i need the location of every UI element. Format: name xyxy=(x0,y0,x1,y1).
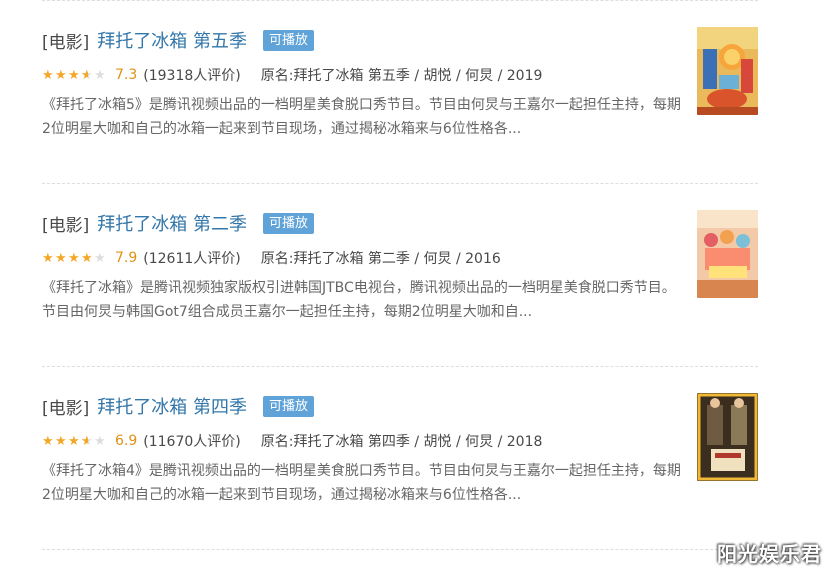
result-title-row: [电影] 拜托了冰箱 第五季 可播放 xyxy=(42,26,315,54)
star-icon: ★ xyxy=(81,69,94,82)
rating-count: (19318人评价) xyxy=(143,68,241,84)
watermark-text: 阳光娱乐君 xyxy=(717,542,822,566)
rating-score: 6.9 xyxy=(115,433,138,449)
star-icon: ★ xyxy=(42,433,54,449)
result-title-link[interactable]: 拜托了冰箱 第二季 xyxy=(97,210,247,236)
rating-row: ★★★★★ 7.3 (19318人评价) 原名:拜托了冰箱 第五季 / 胡悦 /… xyxy=(42,65,542,85)
star-icon: ★ xyxy=(94,433,106,449)
star-icon: ★ xyxy=(42,67,54,83)
star-icon: ★ xyxy=(55,433,67,449)
star-icon: ★ xyxy=(68,250,80,266)
poster-art xyxy=(697,210,758,298)
star-icon: ★ xyxy=(68,67,80,83)
poster-image[interactable] xyxy=(697,27,758,115)
star-icon: ★ xyxy=(68,433,80,449)
result-description: 《拜托了冰箱4》是腾讯视频出品的一档明星美食脱口秀节目。节目由何炅与王嘉尔一起担… xyxy=(42,463,681,503)
original-title: 原名:拜托了冰箱 第二季 / 何炅 / 2016 xyxy=(260,251,501,267)
result-category: [电影] xyxy=(42,32,90,53)
star-icon: ★ xyxy=(94,250,106,266)
divider xyxy=(42,549,758,550)
poster-image[interactable] xyxy=(697,393,758,481)
star-rating: ★ ★ ★ ★ ★ xyxy=(42,435,107,448)
star-rating: ★ ★ ★ ★ ★ xyxy=(42,69,107,82)
rating-count: (11670人评价) xyxy=(143,434,241,450)
result-category: [电影] xyxy=(42,398,90,419)
poster-art xyxy=(697,27,758,115)
playable-badge[interactable]: 可播放 xyxy=(263,29,315,51)
result-title-link[interactable]: 拜托了冰箱 第四季 xyxy=(97,393,247,419)
poster-image[interactable] xyxy=(697,210,758,298)
star-icon: ★ xyxy=(55,250,67,266)
result-title-row: [电影] 拜托了冰箱 第二季 可播放 xyxy=(42,209,315,237)
star-icon: ★ xyxy=(94,67,106,83)
result-description: 《拜托了冰箱5》是腾讯视频出品的一档明星美食脱口秀节目。节目由何炅与王嘉尔一起担… xyxy=(42,97,681,137)
result-item: [电影] 拜托了冰箱 第五季 可播放 ★★★★★ 7.3 (19318人评价) … xyxy=(42,1,758,183)
result-category: [电影] xyxy=(42,215,90,236)
star-icon: ★ xyxy=(81,435,94,448)
playable-badge[interactable]: 可播放 xyxy=(263,212,315,234)
result-item: [电影] 拜托了冰箱 第二季 可播放 ★ ★ ★ ★ ★ 7.9 (12611人评价) … xyxy=(42,184,758,366)
original-title: 原名:拜托了冰箱 第五季 / 胡悦 / 何炅 / 2019 xyxy=(260,68,543,84)
result-description: 《拜托了冰箱》是腾讯视频独家版权引进韩国JTBC电视台，腾讯视频出品的一档明星美… xyxy=(42,280,676,320)
star-icon: ★ xyxy=(42,250,54,266)
poster-art xyxy=(697,393,758,481)
star-icon: ★ xyxy=(55,67,67,83)
rating-row: ★★★★★ 6.9 (11670人评价) 原名:拜托了冰箱 第四季 / 胡悦 /… xyxy=(42,431,542,451)
result-title-row: [电影] 拜托了冰箱 第四季 可播放 xyxy=(42,392,315,420)
star-icon: ★ xyxy=(81,250,93,266)
result-title-link[interactable]: 拜托了冰箱 第五季 xyxy=(97,27,247,53)
rating-row: ★ ★ ★ ★ ★ 7.9 (12611人评价) 原名:拜托了冰箱 第二季 / 何炅 /… xyxy=(42,248,501,268)
result-item: [电影] 拜托了冰箱 第四季 可播放 ★★★★★ 6.9 (11670人评价) … xyxy=(42,367,758,549)
rating-count: (12611人评价) xyxy=(143,251,241,267)
playable-badge[interactable]: 可播放 xyxy=(263,395,315,417)
rating-score: 7.9 xyxy=(115,250,138,266)
rating-score: 7.3 xyxy=(115,67,138,83)
search-results-list: [电影] 拜托了冰箱 第五季 可播放 ★★★★★ 7.3 (19318人评价) … xyxy=(42,0,758,550)
star-rating: ★ ★ ★ ★ ★ xyxy=(42,252,107,265)
original-title: 原名:拜托了冰箱 第四季 / 胡悦 / 何炅 / 2018 xyxy=(260,434,543,450)
